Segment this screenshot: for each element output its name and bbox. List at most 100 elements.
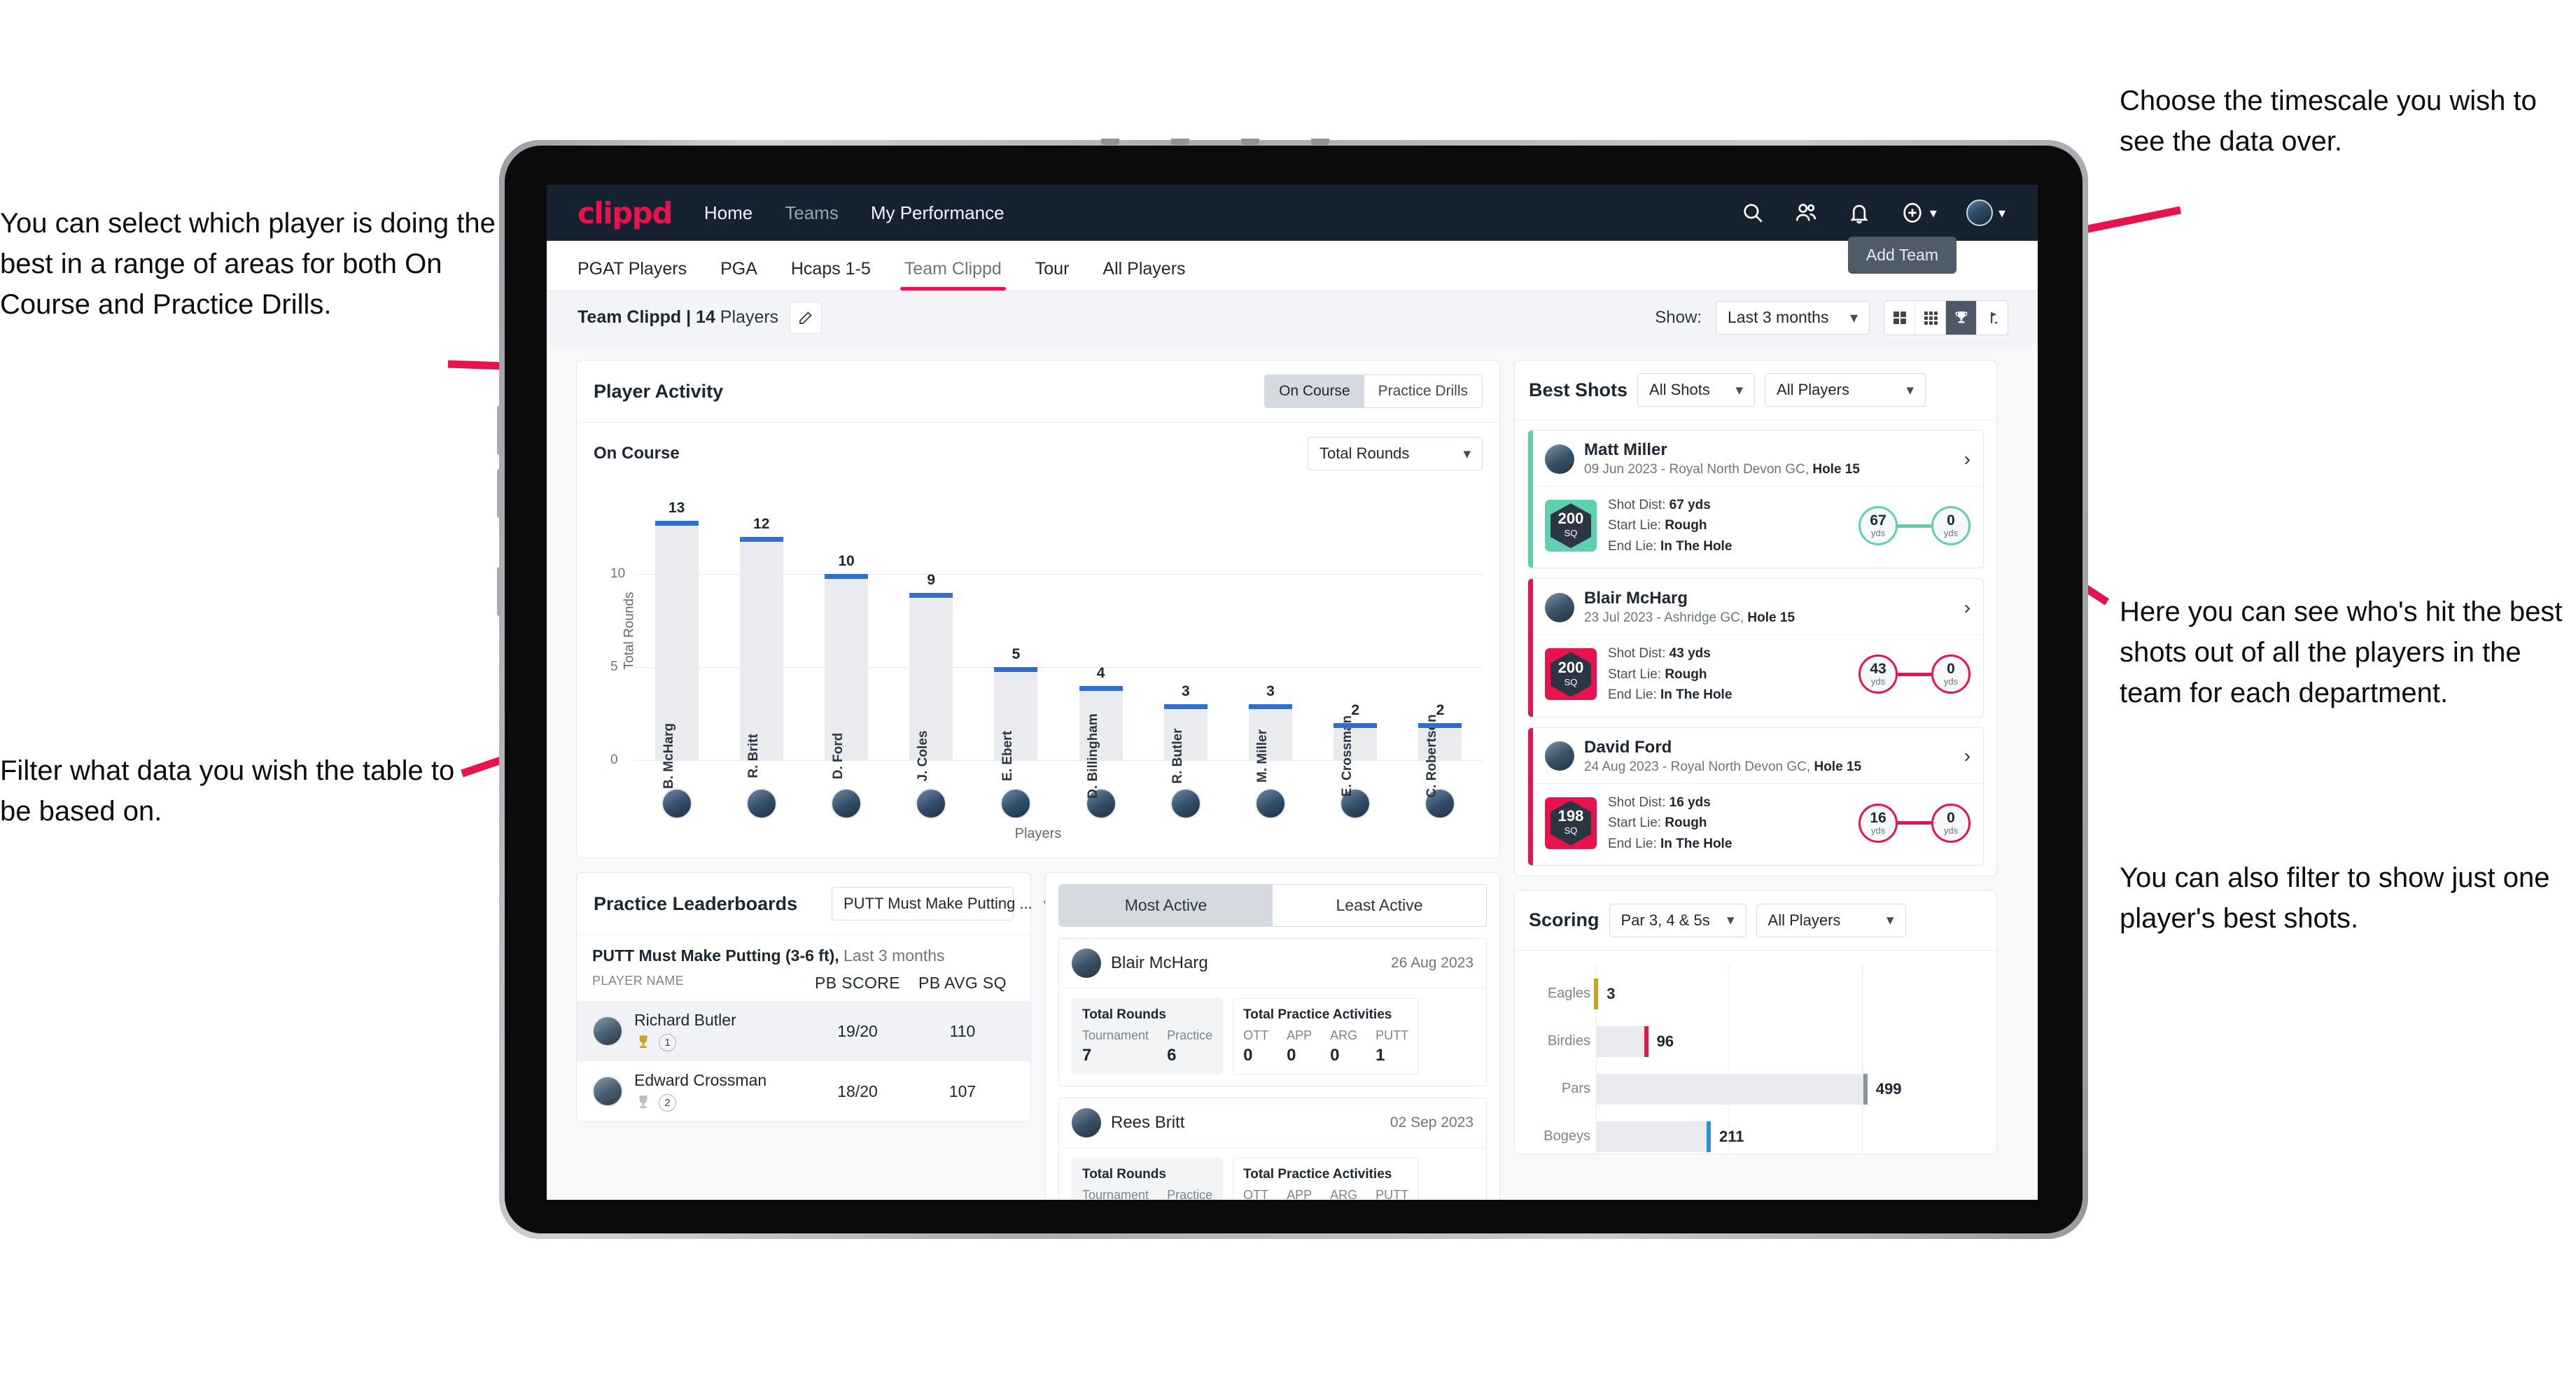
player-name: Richard Butler — [634, 1011, 736, 1029]
bar[interactable]: D. Ford — [825, 574, 868, 779]
best-shot-card[interactable]: Blair McHarg 23 Jul 2023 - Ashridge GC, H… — [1527, 578, 1984, 718]
player-avatar[interactable] — [1170, 788, 1201, 819]
distance-diagram: 67 yds 0 yds — [1858, 506, 1970, 546]
search-icon[interactable] — [1741, 201, 1765, 225]
bar[interactable]: D. Billingham — [1079, 685, 1123, 799]
grid-4-icon[interactable] — [1884, 300, 1915, 335]
tab-hcaps-1-5[interactable]: Hcaps 1-5 — [791, 259, 871, 290]
scoring-row[interactable]: Birdies 96 — [1548, 1018, 1977, 1065]
best-shot-list: Matt Miller 09 Jun 2023 - Royal North Dev… — [1515, 430, 1996, 866]
practice-title: Total Practice Activities — [1243, 1007, 1392, 1022]
scoring-row[interactable]: Eagles 3 — [1548, 970, 1977, 1018]
bar[interactable]: B. McHarg — [654, 521, 699, 789]
grid-9-icon[interactable] — [1915, 300, 1946, 335]
tab-pga[interactable]: PGA — [720, 259, 757, 290]
tab-least-active[interactable]: Least Active — [1273, 885, 1486, 926]
bar[interactable]: M. Miller — [1249, 704, 1293, 783]
nav-link-home[interactable]: Home — [704, 202, 752, 224]
view-toggle-group — [1884, 300, 2008, 335]
best-shot-card[interactable]: David Ford 24 Aug 2023 - Royal North Devo… — [1527, 727, 1984, 866]
chevron-right-icon[interactable]: › — [1964, 448, 1970, 470]
scoring-bar[interactable] — [1594, 978, 1599, 1009]
add-menu[interactable]: ▾ — [1900, 201, 1937, 225]
best-shots-player-select[interactable]: All Players ▾ — [1765, 373, 1926, 407]
scoring-chart: Eagles 3 Birdies 96 Pars 499 Bogeys 211 — [1529, 964, 1982, 1154]
avatar — [592, 1016, 623, 1046]
shot-quality-badge: 200 SQ — [1545, 648, 1597, 701]
par-filter-select[interactable]: Par 3, 4 & 5s ▾ — [1609, 903, 1746, 937]
player-avatar[interactable] — [1255, 788, 1287, 819]
bar[interactable]: E. Crossman — [1334, 715, 1378, 797]
metric-select[interactable]: Total Rounds ▾ — [1308, 437, 1483, 470]
bar[interactable]: J. Coles — [909, 592, 953, 781]
edit-team-button[interactable] — [790, 301, 822, 334]
clippd-logo[interactable]: clippd — [578, 196, 673, 230]
player-avatar[interactable] — [746, 788, 777, 819]
scoring-category: Eagles — [1547, 986, 1590, 1002]
scoring-row[interactable]: Pars 499 — [1562, 1065, 1977, 1113]
y-axis-tick: 5 — [610, 659, 618, 675]
tab-team-clippd[interactable]: Team Clippd — [899, 259, 1006, 290]
scoring-player-select[interactable]: All Players ▾ — [1756, 903, 1906, 937]
practice-leaderboards-header: Practice Leaderboards PUTT Must Make Put… — [577, 873, 1051, 935]
scoring-bar[interactable] — [1596, 1121, 1711, 1152]
bar-column[interactable]: 2 C. Robertson — [1398, 500, 1483, 798]
tab-most-active[interactable]: Most Active — [1059, 885, 1273, 926]
bar-column[interactable]: 3 R. Butler — [1143, 500, 1228, 784]
bar[interactable]: E. Ebert — [994, 667, 1038, 781]
tab-all-players[interactable]: All Players — [1102, 259, 1185, 290]
profile-menu[interactable]: ▾ — [1966, 200, 2005, 226]
avatar — [1072, 1108, 1101, 1138]
golf-flag-icon[interactable] — [1977, 301, 2008, 335]
activity-tab-group: Most Active Least Active — [1058, 884, 1487, 927]
right-column: Best Shots All Shots ▾ All Players ▾ Mat… — [1514, 360, 1997, 1154]
player-activity-chart: Total Rounds 0 5 10 13 B. McHarg 12 R. Britt 1… — [594, 480, 1483, 799]
table-row[interactable]: Edward Crossman 2 18/20 107 — [577, 1061, 1030, 1121]
scoring-row[interactable]: Bogeys 211 — [1544, 1113, 1977, 1154]
left-column: Player Activity On Course Practice Drill… — [576, 360, 1500, 1200]
scoring-bar[interactable] — [1596, 1026, 1648, 1057]
bar-column[interactable]: 13 B. McHarg — [634, 500, 719, 789]
bar-column[interactable]: 4 D. Billingham — [1058, 500, 1143, 799]
activity-player-card[interactable]: Blair McHarg 26 Aug 2023 Total Rounds Tourn… — [1058, 938, 1487, 1086]
bar[interactable]: R. Britt — [739, 537, 783, 778]
nav-link-teams[interactable]: Teams — [785, 202, 839, 224]
chevron-right-icon[interactable]: › — [1964, 745, 1970, 767]
scoring-bar-cap — [1863, 1073, 1868, 1105]
bar-column[interactable]: 2 E. Crossman — [1313, 500, 1398, 797]
scoring-bar[interactable] — [1596, 1073, 1868, 1105]
drill-select[interactable]: PUTT Must Make Putting ... ▾ — [832, 887, 1051, 920]
bar-column[interactable]: 5 E. Ebert — [974, 500, 1058, 781]
shot-type-select[interactable]: All Shots ▾ — [1637, 373, 1756, 407]
player-avatar[interactable] — [1000, 788, 1032, 819]
bar-column[interactable]: 10 D. Ford — [804, 500, 888, 779]
tab-tour[interactable]: Tour — [1035, 259, 1070, 290]
bar[interactable]: C. Robertson — [1418, 714, 1462, 798]
segment-practice-drills[interactable]: Practice Drills — [1364, 375, 1482, 407]
subheader-controls: Show: Last 3 months ▾ — [1655, 300, 2008, 335]
bar-column[interactable]: 3 M. Miller — [1228, 500, 1312, 783]
bar-column[interactable]: 12 R. Britt — [719, 500, 804, 778]
player-avatar[interactable] — [661, 788, 692, 819]
bell-icon[interactable] — [1847, 201, 1871, 225]
table-row[interactable]: Richard Butler 1 19/20 110 — [577, 1001, 1030, 1061]
team-name-count: Team Clippd | 14 — [578, 307, 715, 327]
avatar[interactable] — [1966, 200, 1993, 226]
nav-link-my-performance[interactable]: My Performance — [871, 202, 1004, 224]
segment-on-course[interactable]: On Course — [1265, 375, 1364, 407]
people-icon[interactable] — [1794, 201, 1818, 225]
sq-unit: SQ — [1564, 825, 1578, 836]
best-shot-card[interactable]: Matt Miller 09 Jun 2023 - Royal North Dev… — [1527, 430, 1984, 569]
bar-column[interactable]: 9 J. Coles — [889, 500, 974, 781]
trophy-icon[interactable] — [1946, 300, 1977, 335]
timescale-select[interactable]: Last 3 months ▾ — [1716, 300, 1870, 335]
chevron-right-icon[interactable]: › — [1964, 596, 1970, 619]
player-avatar[interactable] — [916, 788, 947, 819]
plus-circle-icon[interactable] — [1900, 201, 1924, 225]
tab-pgat-players[interactable]: PGAT Players — [578, 259, 687, 290]
avatar — [1545, 444, 1574, 474]
player-avatar[interactable] — [831, 788, 862, 819]
bar[interactable]: R. Butler — [1163, 704, 1208, 784]
tablet-power — [497, 567, 502, 616]
activity-player-card[interactable]: Rees Britt 02 Sep 2023 Total Rounds Tournam… — [1058, 1098, 1487, 1200]
